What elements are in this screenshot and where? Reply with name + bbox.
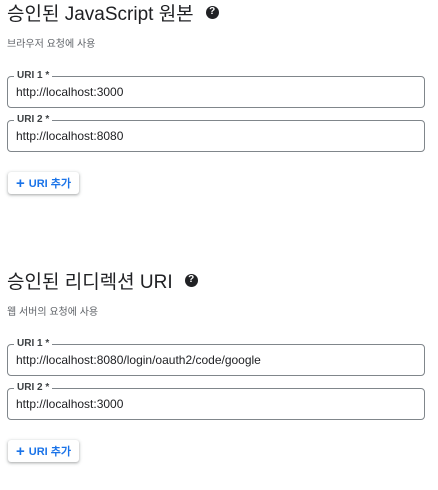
redirect-uris-title: 승인된 리디렉션 URI (7, 271, 173, 293)
redirect-uri-1-input[interactable] (16, 352, 416, 368)
field-label: URI 1 * (14, 70, 53, 82)
js-origins-fields: URI 1 * URI 2 * (7, 70, 425, 152)
add-uri-label: URI 추가 (28, 446, 72, 458)
js-origin-uri-1-input[interactable] (16, 84, 416, 100)
plus-icon: + (16, 442, 25, 460)
js-origins-section: 승인된 JavaScript 원본 ? 브라우저 요청에 사용 URI 1 * … (7, 0, 425, 194)
redirect-uris-fields: URI 1 * URI 2 * (7, 338, 425, 420)
add-js-origin-uri-button[interactable]: + URI 추가 (8, 172, 80, 194)
field-label: URI 2 * (14, 382, 53, 394)
redirect-uri-2-field: URI 2 * (7, 382, 425, 420)
redirect-uris-section: 승인된 리디렉션 URI ? 웹 서버의 요청에 사용 URI 1 * URI … (7, 268, 425, 462)
redirect-uri-1-field: URI 1 * (7, 338, 425, 376)
js-origin-uri-2-input[interactable] (16, 128, 416, 144)
help-icon[interactable]: ? (184, 273, 198, 287)
plus-icon: + (16, 174, 25, 192)
redirect-uri-2-input[interactable] (16, 396, 416, 412)
js-origin-uri-2-field: URI 2 * (7, 114, 425, 152)
redirect-uris-description: 웹 서버의 요청에 사용 (7, 307, 99, 318)
redirect-uris-heading: 승인된 리디렉션 URI ? (7, 268, 425, 293)
add-redirect-uri-button[interactable]: + URI 추가 (8, 440, 80, 462)
js-origin-uri-1-field: URI 1 * (7, 70, 425, 108)
js-origins-heading: 승인된 JavaScript 원본 ? (7, 0, 425, 25)
js-origins-description: 브라우저 요청에 사용 (7, 39, 96, 50)
js-origins-title: 승인된 JavaScript 원본 (7, 3, 194, 25)
field-label: URI 2 * (14, 114, 53, 126)
add-uri-label: URI 추가 (28, 178, 72, 190)
help-icon[interactable]: ? (205, 5, 219, 19)
field-label: URI 1 * (14, 338, 53, 350)
